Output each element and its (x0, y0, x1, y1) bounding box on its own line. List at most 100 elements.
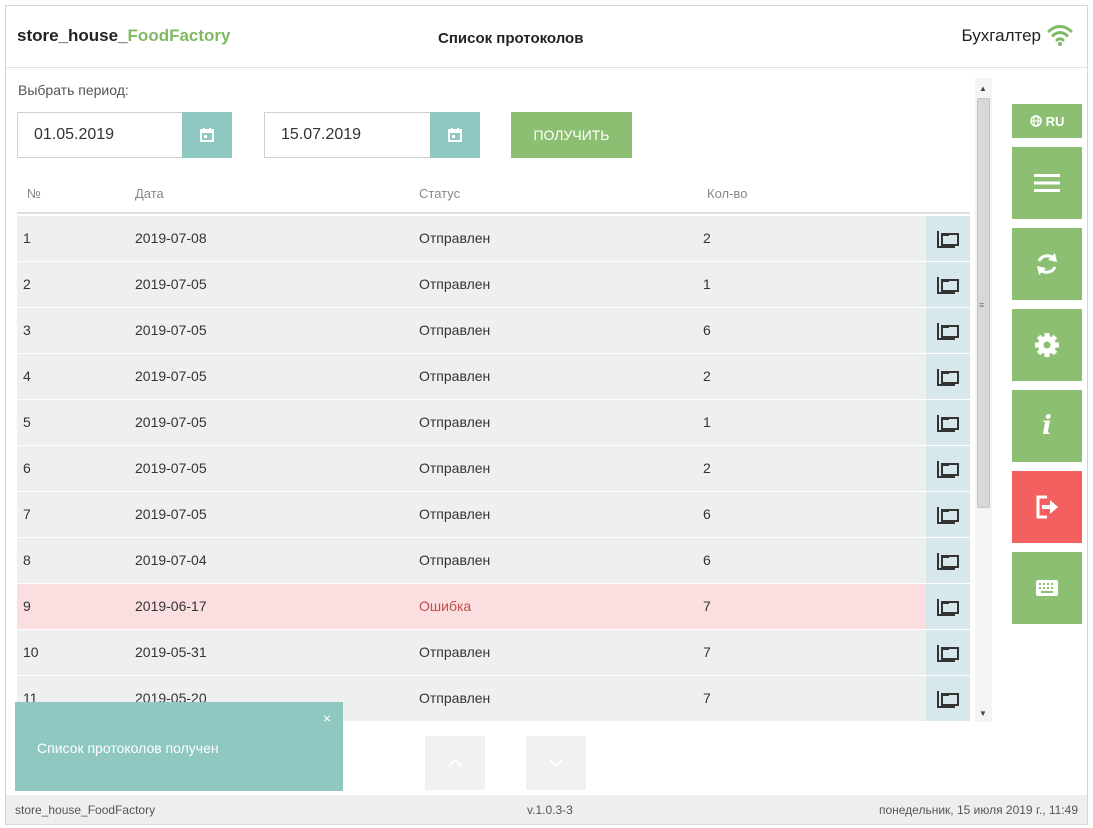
app-window: store_house_FoodFactory Список протоколо… (5, 5, 1088, 825)
folder-open-icon (937, 230, 959, 248)
calendar-icon (200, 128, 214, 142)
get-button[interactable]: ПОЛУЧИТЬ (511, 112, 632, 158)
keyboard-icon (1036, 580, 1058, 596)
menu-button[interactable] (1012, 147, 1082, 219)
table-row[interactable]: 9 2019-06-17 Ошибка 7 (17, 584, 970, 629)
open-protocol-button[interactable] (926, 308, 970, 353)
table-row[interactable]: 7 2019-07-05 Отправлен 6 (17, 492, 970, 537)
table-row[interactable]: 3 2019-07-05 Отправлен 6 (17, 308, 970, 353)
open-protocol-button[interactable] (926, 630, 970, 675)
open-protocol-button[interactable] (926, 676, 970, 721)
open-protocol-button[interactable] (926, 538, 970, 583)
logout-button[interactable] (1012, 471, 1082, 543)
column-header-status[interactable]: Статус (419, 186, 460, 201)
footer-datetime: понедельник, 15 июля 2019 г., 11:49 (878, 803, 1078, 817)
page-up-button[interactable] (425, 736, 485, 790)
cell-qty: 2 (703, 368, 711, 384)
cell-no: 2 (23, 276, 31, 292)
cell-qty: 7 (703, 644, 711, 660)
folder-open-icon (937, 506, 959, 524)
page-down-button[interactable] (526, 736, 586, 790)
wifi-icon (1047, 25, 1073, 46)
globe-icon (1029, 115, 1042, 127)
scroll-down-arrow-icon[interactable]: ▼ (979, 709, 987, 718)
status-bar: store_house_FoodFactory v.1.0.3-3 понеде… (6, 795, 1087, 824)
cell-qty: 1 (703, 276, 711, 292)
date-from-calendar-button[interactable] (182, 112, 232, 158)
cell-date: 2019-05-31 (135, 644, 207, 660)
open-protocol-button[interactable] (926, 262, 970, 307)
notification-toast: × Список протоколов получен (15, 702, 343, 791)
cell-status: Отправлен (419, 506, 491, 522)
cell-qty: 7 (703, 690, 711, 706)
cell-status: Отправлен (419, 552, 491, 568)
table-row[interactable]: 8 2019-07-04 Отправлен 6 (17, 538, 970, 583)
cell-date: 2019-07-05 (135, 506, 207, 522)
column-header-no[interactable]: № (27, 186, 41, 201)
cell-date: 2019-07-05 (135, 414, 207, 430)
cell-no: 7 (23, 506, 31, 522)
date-to-calendar-button[interactable] (430, 112, 480, 158)
info-button[interactable]: i (1012, 390, 1082, 462)
scrollbar[interactable]: ▲ ≡ ▼ (975, 78, 992, 722)
cell-status: Отправлен (419, 460, 491, 476)
cell-status: Отправлен (419, 322, 491, 338)
cell-no: 10 (23, 644, 39, 660)
cell-qty: 2 (703, 230, 711, 246)
date-to-input[interactable]: 15.07.2019 (264, 112, 430, 158)
toast-message: Список протоколов получен (37, 740, 219, 756)
folder-open-icon (937, 276, 959, 294)
cell-status: Отправлен (419, 368, 491, 384)
period-label: Выбрать период: (18, 82, 129, 98)
folder-open-icon (937, 414, 959, 432)
cell-no: 6 (23, 460, 31, 476)
table-header: № Дата Статус Кол-во (17, 174, 970, 214)
folder-open-icon (937, 552, 959, 570)
cell-status: Отправлен (419, 644, 491, 660)
cell-date: 2019-07-08 (135, 230, 207, 246)
chevron-down-icon (549, 759, 563, 768)
cell-date: 2019-07-05 (135, 460, 207, 476)
date-from-input[interactable]: 01.05.2019 (17, 112, 182, 158)
column-header-qty[interactable]: Кол-во (707, 186, 747, 201)
folder-open-icon (937, 690, 959, 708)
app-brand: store_house_FoodFactory (17, 26, 231, 46)
folder-open-icon (937, 644, 959, 662)
cell-date: 2019-07-05 (135, 322, 207, 338)
protocol-list: 1 2019-07-08 Отправлен 2 2 2019-07-05 Отправле… (17, 216, 970, 732)
open-protocol-button[interactable] (926, 354, 970, 399)
refresh-button[interactable] (1012, 228, 1082, 300)
cell-qty: 6 (703, 506, 711, 522)
open-protocol-button[interactable] (926, 216, 970, 261)
table-row[interactable]: 2 2019-07-05 Отправлен 1 (17, 262, 970, 307)
folder-open-icon (937, 598, 959, 616)
cell-qty: 2 (703, 460, 711, 476)
menu-icon (1034, 174, 1060, 192)
settings-icon (1035, 333, 1059, 357)
cell-no: 5 (23, 414, 31, 430)
open-protocol-button[interactable] (926, 492, 970, 537)
language-label: RU (1045, 113, 1065, 129)
language-button[interactable]: RU (1012, 104, 1082, 138)
scroll-up-arrow-icon[interactable]: ▲ (979, 84, 987, 93)
column-header-date[interactable]: Дата (135, 186, 164, 201)
cell-no: 4 (23, 368, 31, 384)
table-row[interactable]: 6 2019-07-05 Отправлен 2 (17, 446, 970, 491)
open-protocol-button[interactable] (926, 446, 970, 491)
table-row[interactable]: 10 2019-05-31 Отправлен 7 (17, 630, 970, 675)
settings-button[interactable] (1012, 309, 1082, 381)
open-protocol-button[interactable] (926, 400, 970, 445)
cell-qty: 6 (703, 322, 711, 338)
toast-close-button[interactable]: × (323, 710, 331, 726)
table-row[interactable]: 1 2019-07-08 Отправлен 2 (17, 216, 970, 261)
cell-date: 2019-07-04 (135, 552, 207, 568)
table-row[interactable]: 4 2019-07-05 Отправлен 2 (17, 354, 970, 399)
calendar-icon (448, 128, 462, 142)
cell-no: 8 (23, 552, 31, 568)
table-row[interactable]: 5 2019-07-05 Отправлен 1 (17, 400, 970, 445)
keyboard-button[interactable] (1012, 552, 1082, 624)
header: store_house_FoodFactory Список протоколо… (6, 6, 1087, 68)
cell-status: Отправлен (419, 230, 491, 246)
open-protocol-button[interactable] (926, 584, 970, 629)
brand-accent: FoodFactory (127, 26, 231, 45)
